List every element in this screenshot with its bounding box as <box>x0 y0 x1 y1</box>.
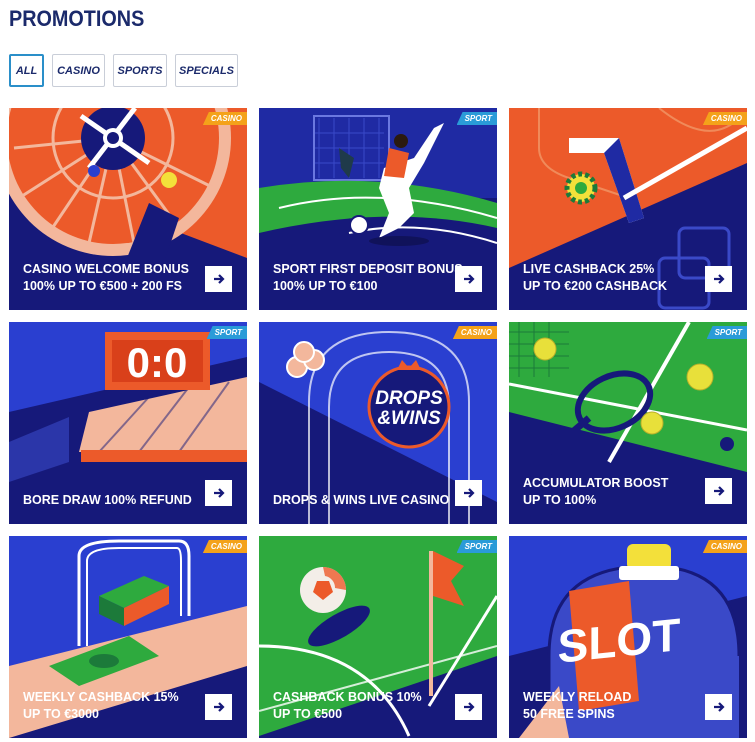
page-title: PROMOTIONS <box>9 6 145 31</box>
drops-logo-line1: DROPS <box>375 388 443 409</box>
arrow-right-icon <box>463 702 475 712</box>
promo-title: WEEKLY CASHBACK 15% UP TO €3000 <box>23 690 179 721</box>
promo-card-bore-draw[interactable]: 0:0 SPORT BORE DRAW 100% REFUND <box>9 322 247 524</box>
category-badge: CASINO <box>202 112 247 125</box>
open-promo-button[interactable] <box>705 478 732 504</box>
promo-card-drops-wins[interactable]: DROPS &WINS CASINO DROPS & WINS LIVE CAS… <box>259 322 497 524</box>
promo-title: SPORT FIRST DEPOSIT BONUS 100% UP TO €10… <box>273 262 463 293</box>
category-badge: CASINO <box>202 540 247 553</box>
promo-card-weekly-cashback[interactable]: CASINO WEEKLY CASHBACK 15% UP TO €3000 <box>9 536 247 738</box>
promo-card-accumulator-boost[interactable]: SPORT ACCUMULATOR BOOST UP TO 100% <box>509 322 747 524</box>
promo-title: BORE DRAW 100% REFUND <box>23 493 192 507</box>
open-promo-button[interactable] <box>455 480 482 506</box>
promo-title: WEEKLY RELOAD 50 FREE SPINS <box>523 690 632 721</box>
promo-title: CASINO WELCOME BONUS 100% UP TO €500 + 2… <box>23 262 189 293</box>
filter-all[interactable]: ALL <box>9 54 44 87</box>
category-badge: SPORT <box>456 112 497 125</box>
promo-card-live-cashback[interactable]: CASINO LIVE CASHBACK 25% UP TO €200 CASH… <box>509 108 747 310</box>
arrow-right-icon <box>463 488 475 498</box>
promo-card-sport-first-deposit[interactable]: SPORT SPORT FIRST DEPOSIT BONUS 100% UP … <box>259 108 497 310</box>
category-badge: CASINO <box>452 326 497 339</box>
drops-logo-line2: &WINS <box>377 408 441 429</box>
filter-sports[interactable]: SPORTS <box>113 54 167 87</box>
promotion-filters: ALL CASINO SPORTS SPECIALS <box>9 54 238 87</box>
arrow-right-icon <box>213 488 225 498</box>
promo-card-weekly-reload[interactable]: SLOT CASINO WEEKLY RELOAD 50 FREE SPINS <box>509 536 747 738</box>
category-badge: SPORT <box>206 326 247 339</box>
category-badge: SPORT <box>456 540 497 553</box>
open-promo-button[interactable] <box>205 694 232 720</box>
arrow-right-icon <box>213 702 225 712</box>
promo-title: ACCUMULATOR BOOST UP TO 100% <box>523 476 669 507</box>
promo-title: LIVE CASHBACK 25% UP TO €200 CASHBACK <box>523 262 668 293</box>
arrow-right-icon <box>213 274 225 284</box>
open-promo-button[interactable] <box>705 694 732 720</box>
promo-title: CASHBACK BONUS 10% UP TO €500 <box>273 690 422 721</box>
arrow-right-icon <box>713 486 725 496</box>
filter-specials[interactable]: SPECIALS <box>175 54 238 87</box>
filter-casino[interactable]: CASINO <box>52 54 105 87</box>
promo-card-cashback-bonus[interactable]: SPORT CASHBACK BONUS 10% UP TO €500 <box>259 536 497 738</box>
open-promo-button[interactable] <box>205 266 232 292</box>
open-promo-button[interactable] <box>455 694 482 720</box>
arrow-right-icon <box>463 274 475 284</box>
open-promo-button[interactable] <box>455 266 482 292</box>
category-badge: CASINO <box>702 540 747 553</box>
arrow-right-icon <box>713 702 725 712</box>
category-badge: CASINO <box>702 112 747 125</box>
scoreboard-score: 0:0 <box>127 339 188 386</box>
open-promo-button[interactable] <box>205 480 232 506</box>
arrow-right-icon <box>713 274 725 284</box>
promo-title: DROPS & WINS LIVE CASINO <box>273 493 450 507</box>
category-badge: SPORT <box>706 326 747 339</box>
promo-card-casino-welcome[interactable]: CASINO CASINO WELCOME BONUS 100% UP TO €… <box>9 108 247 310</box>
open-promo-button[interactable] <box>705 266 732 292</box>
